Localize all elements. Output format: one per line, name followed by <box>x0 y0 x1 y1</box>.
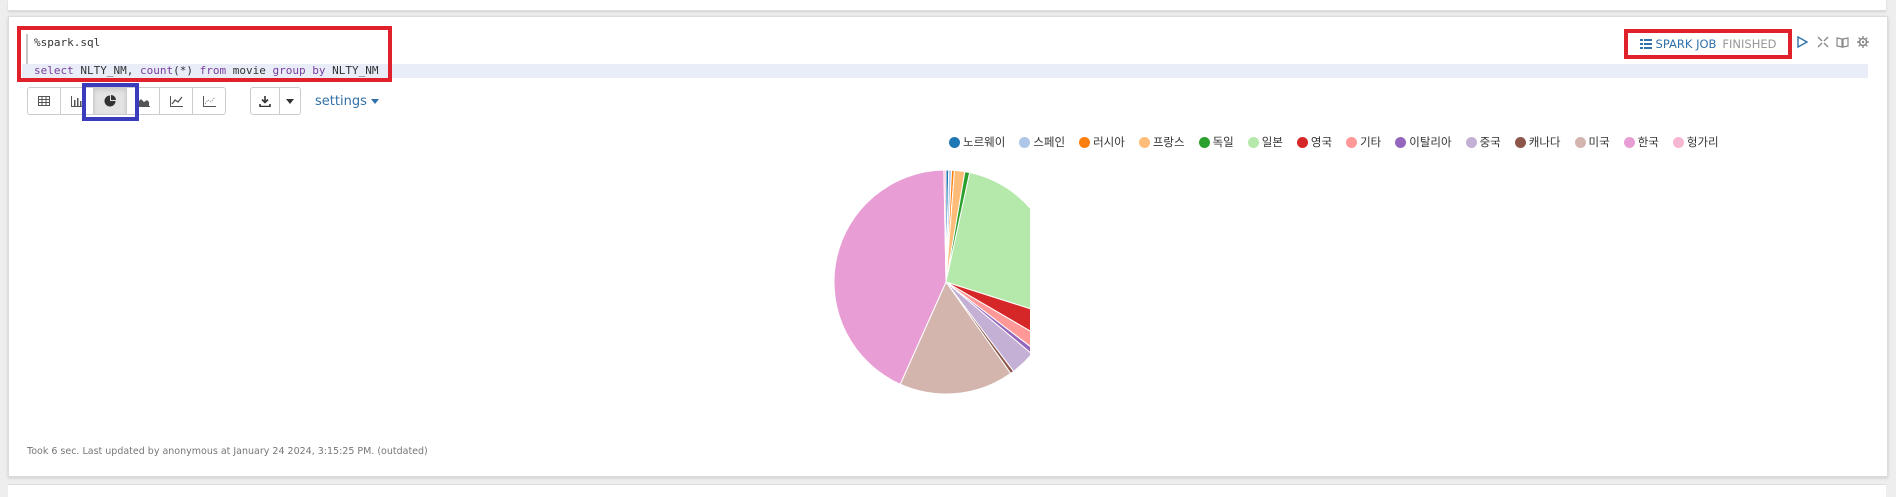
line-chart-icon <box>169 95 183 107</box>
line-chart-button[interactable] <box>159 87 193 115</box>
legend-label: 한국 <box>1637 135 1659 149</box>
legend-item[interactable]: 러시아 <box>1079 134 1125 150</box>
legend-dot <box>1138 136 1150 148</box>
chart-legend: 노르웨이 스페인 러시아 프랑스 독일 일본 영국 기타 이탈리아 중국 캐나다 미국 한국 헝가리 <box>949 134 1719 150</box>
legend-item[interactable]: 독일 <box>1198 134 1234 150</box>
legend-dot <box>1574 136 1586 148</box>
legend-item[interactable]: 중국 <box>1465 134 1501 150</box>
legend-item[interactable]: 프랑스 <box>1138 134 1185 150</box>
paragraph-footer: Took 6 sec. Last updated by anonymous at… <box>27 446 428 457</box>
caret-down-icon <box>370 99 379 104</box>
settings-toggle[interactable]: settings <box>315 94 379 109</box>
kw-by: by <box>305 64 326 77</box>
legend-item[interactable]: 스페인 <box>1019 134 1065 150</box>
legend-dot <box>1623 136 1635 148</box>
query-table: movie <box>226 64 273 77</box>
query-column: NLTY_NM, <box>73 64 140 77</box>
fn-count: count <box>139 64 174 77</box>
table-icon <box>38 96 50 106</box>
spark-job-label: SPARK JOB <box>1655 37 1717 51</box>
legend-dot <box>1346 136 1358 148</box>
query-group-column: NLTY_NM <box>325 64 379 77</box>
table-view-button[interactable] <box>27 87 61 115</box>
legend-label: 이탈리아 <box>1409 135 1452 149</box>
area-chart-icon <box>136 95 150 107</box>
bar-chart-button[interactable] <box>60 87 94 115</box>
collapse-icon[interactable] <box>1816 35 1829 48</box>
legend-label: 미국 <box>1588 135 1610 149</box>
next-paragraph <box>8 484 1886 497</box>
pie-chart-icon <box>104 95 116 107</box>
legend-label: 일본 <box>1261 135 1283 149</box>
kw-from: from <box>199 64 227 77</box>
area-chart-button[interactable] <box>126 87 160 115</box>
legend-label: 기타 <box>1360 135 1382 149</box>
legend-label: 영국 <box>1310 135 1333 149</box>
legend-dot <box>1079 136 1091 148</box>
pie-chart <box>833 169 1030 395</box>
legend-dot <box>1514 136 1526 148</box>
query-star: (*) <box>173 64 200 77</box>
legend-dot <box>1019 136 1031 148</box>
legend-item[interactable]: 노르웨이 <box>949 134 1005 150</box>
settings-label: settings <box>315 94 367 109</box>
legend-dot <box>1198 136 1210 148</box>
legend-dot <box>949 136 960 148</box>
legend-item[interactable]: 기타 <box>1346 134 1381 150</box>
download-icon <box>259 95 271 107</box>
scatter-chart-button[interactable] <box>192 87 226 115</box>
tasks-icon <box>1639 39 1652 49</box>
legend-label: 러시아 <box>1093 135 1125 149</box>
scatter-chart-icon <box>202 95 216 107</box>
legend-label: 캐나다 <box>1528 135 1561 149</box>
code-editor[interactable]: %spark.sql select NLTY_NM, count(*) from… <box>22 26 1868 80</box>
visualization-toolbar <box>27 87 226 115</box>
legend-item[interactable]: 캐나다 <box>1514 134 1561 150</box>
legend-item[interactable]: 미국 <box>1574 134 1610 150</box>
legend-label: 노르웨이 <box>963 135 1006 149</box>
download-group <box>250 87 301 115</box>
download-options-button[interactable] <box>279 87 301 115</box>
run-icon[interactable] <box>1796 35 1809 48</box>
legend-dot <box>1672 136 1684 148</box>
bar-chart-icon <box>71 95 83 107</box>
editor-line-interpreter: %spark.sql <box>34 36 101 49</box>
legend-item[interactable]: 일본 <box>1247 134 1283 150</box>
caret-down-icon <box>286 98 294 104</box>
previous-paragraph <box>8 0 1886 11</box>
paragraph-controls <box>1796 35 1869 48</box>
book-icon[interactable] <box>1836 35 1849 48</box>
legend-dot <box>1247 136 1259 148</box>
legend-item[interactable]: 헝가리 <box>1672 134 1719 150</box>
legend-item[interactable]: 영국 <box>1296 134 1333 150</box>
pie-chart-button[interactable] <box>93 87 127 115</box>
editor-line-query: select NLTY_NM, count(*) from movie grou… <box>22 64 1868 78</box>
legend-label: 중국 <box>1479 135 1501 149</box>
job-status: SPARK JOB FINISHED <box>1624 29 1792 59</box>
legend-label: 스페인 <box>1033 135 1066 149</box>
legend-label: 프랑스 <box>1152 135 1185 149</box>
legend-dot <box>1465 136 1477 148</box>
spark-job-link[interactable]: SPARK JOB <box>1639 37 1717 51</box>
kw-select: select <box>34 64 74 77</box>
kw-group: group <box>272 64 306 77</box>
legend-dot <box>1395 136 1407 148</box>
gear-icon[interactable] <box>1856 35 1869 48</box>
legend-dot <box>1296 136 1308 148</box>
download-button[interactable] <box>250 87 280 115</box>
legend-label: 독일 <box>1212 135 1234 149</box>
status-finished: FINISHED <box>1722 37 1777 51</box>
legend-label: 헝가리 <box>1686 135 1719 149</box>
legend-item[interactable]: 이탈리아 <box>1395 134 1452 150</box>
legend-item[interactable]: 한국 <box>1623 134 1659 150</box>
